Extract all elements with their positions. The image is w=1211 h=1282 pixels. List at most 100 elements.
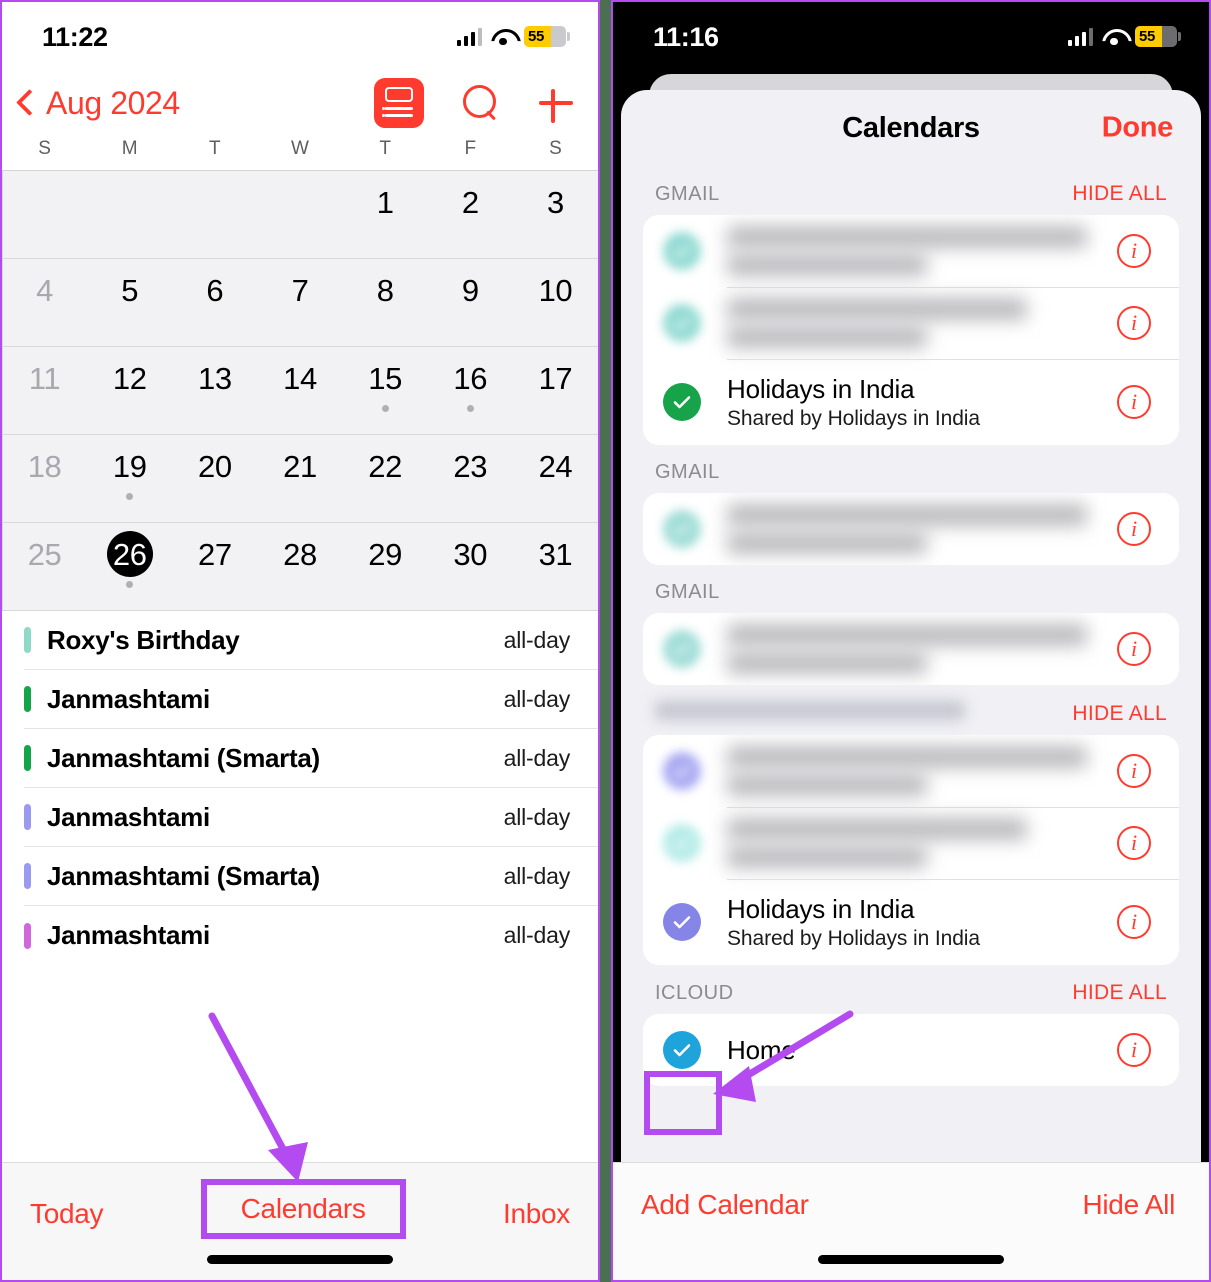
calendar-list-item[interactable]: i (643, 735, 1179, 807)
day-number: 8 (376, 272, 394, 308)
done-button[interactable]: Done (1102, 112, 1174, 145)
calendar-day-cell[interactable]: 12 (87, 347, 172, 434)
info-circle-icon[interactable]: i (1117, 306, 1151, 340)
section-hide-all-button[interactable]: HIDE ALL (1072, 182, 1167, 206)
calendar-day-cell[interactable]: 8 (343, 259, 428, 346)
day-number: 29 (368, 536, 402, 572)
calendar-text-block (727, 226, 1117, 276)
info-circle-icon[interactable]: i (1117, 632, 1151, 666)
calendar-day-cell[interactable]: 15 (343, 347, 428, 434)
event-indicator-dot (381, 405, 389, 412)
info-circle-icon[interactable]: i (1117, 385, 1151, 419)
calendar-day-cell[interactable]: 17 (513, 347, 598, 434)
calendar-day-cell[interactable]: 23 (428, 435, 513, 522)
calendar-list-item[interactable]: i (643, 807, 1179, 879)
section-hide-all-button[interactable]: HIDE ALL (1072, 702, 1167, 726)
calendar-day-cell[interactable]: 4 (2, 259, 87, 346)
calendar-name: Home (727, 1034, 796, 1065)
day-number: 24 (538, 448, 573, 484)
calendar-day-cell[interactable]: 5 (87, 259, 172, 346)
info-circle-icon[interactable]: i (1117, 512, 1151, 546)
calendar-list-item[interactable]: Holidays in India Shared by Holidays in I… (643, 879, 1179, 965)
calendar-day-cell[interactable]: 10 (513, 259, 598, 346)
calendar-week-row: 18 19 20 21 22 23 24 (2, 435, 598, 523)
calendar-day-cell[interactable]: 22 (343, 435, 428, 522)
panel-gap (600, 0, 611, 1282)
calendars-button[interactable]: Calendars (200, 1179, 406, 1239)
event-row[interactable]: Janmashtami all-day (24, 906, 598, 965)
home-indicator (207, 1255, 393, 1264)
today-button[interactable]: Today (30, 1198, 104, 1230)
calendar-day-cell[interactable]: 19 (87, 435, 172, 522)
info-circle-icon[interactable]: i (1117, 826, 1151, 860)
day-number: 31 (538, 536, 573, 572)
calendar-day-cell[interactable]: 7 (257, 259, 342, 346)
calendar-name (727, 298, 1027, 320)
page-title: Calendars (842, 111, 980, 144)
event-row[interactable]: Janmashtami (Smarta) all-day (24, 847, 598, 906)
calendar-list-item[interactable]: Holidays in India Shared by Holidays in I… (643, 359, 1179, 445)
event-row[interactable]: Roxy's Birthday all-day (24, 611, 598, 670)
calendar-day-cell[interactable]: 3 (513, 171, 598, 258)
event-color-bar (24, 745, 31, 771)
calendar-checkbox[interactable] (663, 1031, 701, 1069)
calendar-day-cell[interactable]: 14 (257, 347, 342, 434)
event-row[interactable]: Janmashtami all-day (24, 670, 598, 729)
list-view-icon[interactable] (374, 78, 424, 128)
hide-all-button[interactable]: Hide All (1082, 1189, 1175, 1221)
calendar-day-cell[interactable]: 11 (2, 347, 87, 434)
section-hide-all-button[interactable]: HIDE ALL (1072, 981, 1167, 1005)
calendar-name: Holidays in India (727, 373, 915, 404)
event-row[interactable]: Janmashtami all-day (24, 788, 598, 847)
event-row[interactable]: Janmashtami (Smarta) all-day (24, 729, 598, 788)
info-circle-icon[interactable]: i (1117, 905, 1151, 939)
calendar-day-cell[interactable]: 2 (428, 171, 513, 258)
calendar-checkbox[interactable] (663, 232, 701, 270)
calendar-checkbox[interactable] (663, 824, 701, 862)
info-circle-icon[interactable]: i (1117, 234, 1151, 268)
calendar-day-cell[interactable]: 16 (428, 347, 513, 434)
calendar-list-item[interactable]: i (643, 613, 1179, 685)
calendar-checkbox[interactable] (663, 903, 701, 941)
calendar-day-cell[interactable]: 27 (172, 523, 257, 610)
calendar-list-item[interactable]: i (643, 287, 1179, 359)
calendar-checkbox[interactable] (663, 383, 701, 421)
chevron-left-icon[interactable] (16, 86, 38, 120)
calendar-list-item[interactable]: i (643, 215, 1179, 287)
add-calendar-button[interactable]: Add Calendar (641, 1189, 809, 1221)
inbox-button[interactable]: Inbox (503, 1198, 570, 1230)
day-number (277, 179, 323, 225)
info-circle-icon[interactable]: i (1117, 754, 1151, 788)
calendar-day-cell[interactable]: 29 (343, 523, 428, 610)
calendar-week-row: 4 5 6 7 8 9 10 (2, 259, 598, 347)
calendar-day-cell[interactable]: 28 (257, 523, 342, 610)
calendar-list-item[interactable]: i (643, 493, 1179, 565)
calendar-day-cell[interactable]: 20 (172, 435, 257, 522)
calendar-day-cell[interactable]: 13 (172, 347, 257, 434)
calendar-day-cell[interactable]: 25 (2, 523, 87, 610)
calendar-day-cell[interactable]: 30 (428, 523, 513, 610)
month-title[interactable]: Aug 2024 (46, 85, 180, 122)
calendar-day-cell[interactable]: 1 (343, 171, 428, 258)
calendar-checkbox[interactable] (663, 510, 701, 548)
plus-icon[interactable] (536, 83, 576, 123)
event-time: all-day (503, 862, 571, 889)
calendar-checkbox[interactable] (663, 304, 701, 342)
calendar-day-cell[interactable]: 18 (2, 435, 87, 522)
calendar-day-cell[interactable]: 6 (172, 259, 257, 346)
calendar-checkbox[interactable] (663, 630, 701, 668)
calendar-group-card: i (643, 493, 1179, 565)
day-number: 16 (453, 360, 488, 396)
calendar-day-cell[interactable]: 9 (428, 259, 513, 346)
calendar-day-cell[interactable]: 21 (257, 435, 342, 522)
event-time: all-day (503, 685, 571, 712)
calendar-list-item[interactable]: Home i (643, 1014, 1179, 1086)
calendar-day-cell[interactable]: 26 (87, 523, 172, 610)
calendar-checkbox[interactable] (663, 752, 701, 790)
calendar-text-block (727, 818, 1117, 868)
calendar-day-cell[interactable]: 31 (513, 523, 598, 610)
calendar-day-empty (172, 171, 257, 258)
info-circle-icon[interactable]: i (1117, 1033, 1151, 1067)
calendar-day-cell[interactable]: 24 (513, 435, 598, 522)
search-icon[interactable] (460, 83, 500, 123)
